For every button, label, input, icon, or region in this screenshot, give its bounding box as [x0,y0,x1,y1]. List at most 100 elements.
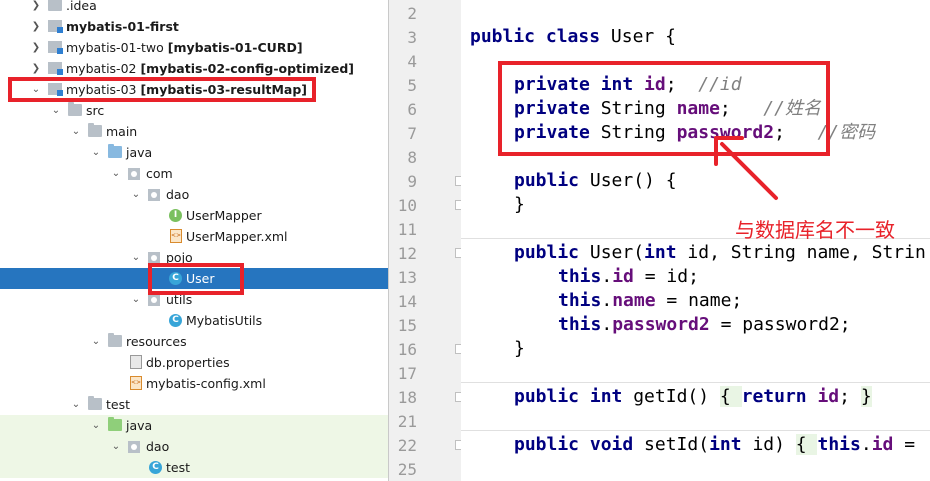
method-separator [461,430,930,431]
chevron-down-icon[interactable]: ⌄ [90,142,102,163]
field-ref: password2 [612,314,710,335]
line-number: 18 [397,388,417,407]
chevron-down-icon[interactable]: ⌄ [110,163,122,184]
folder-icon [88,123,102,137]
line-number: 11 [397,220,417,239]
tree-item-usermapper-xml[interactable]: <> UserMapper.xml [0,226,388,247]
chevron-right-icon[interactable]: ❯ [30,58,42,79]
keyword: int [709,434,753,455]
punct: . [601,266,613,287]
highlight-box-user-class [148,263,244,295]
line-number: 7 [407,124,417,143]
tree-item-test-dao[interactable]: ⌄ dao [0,436,388,457]
line-number: 14 [397,292,417,311]
chevron-right-icon[interactable]: ❯ [30,16,42,37]
chevron-down-icon[interactable]: ⌄ [130,184,142,205]
annotation-arrow-icon [714,136,778,200]
class-name: User { [610,26,676,47]
folded-brace[interactable]: { [719,386,742,407]
line-number: 16 [397,340,417,359]
punct: . [601,290,613,311]
tree-item-usermapper[interactable]: I UserMapper [0,205,388,226]
chevron-down-icon[interactable]: ⌄ [110,436,122,457]
module-alias: [mybatis-01-CURD] [167,40,303,55]
method-separator [461,382,930,383]
line-number: 8 [407,148,417,167]
chevron-down-icon[interactable]: ⌄ [130,247,142,268]
tree-item-module[interactable]: ❯ mybatis-02 [mybatis-02-config-optimize… [0,58,388,79]
code-line-13: this.id = id; [558,265,699,289]
test-folder-icon [108,417,122,431]
keyword: this [558,290,602,311]
tree-item-dao[interactable]: ⌄ dao [0,184,388,205]
tree-item-mybatisutils[interactable]: C MybatisUtils [0,310,388,331]
chevron-down-icon[interactable]: ⌄ [90,415,102,436]
package-icon [128,441,140,453]
params: id, String name, Strin [687,242,926,263]
module-name: mybatis-02 [66,61,137,76]
line-number: 22 [397,436,417,455]
chevron-down-icon[interactable]: ⌄ [90,331,102,352]
line-number: 17 [397,364,417,383]
chevron-down-icon[interactable]: ⌄ [70,394,82,415]
constructor: User( [589,242,645,263]
line-number: 9 [407,172,417,191]
folded-brace[interactable]: { [795,434,818,455]
tree-item-com[interactable]: ⌄ com [0,163,388,184]
line-number: 3 [407,28,417,47]
chevron-down-icon[interactable]: ⌄ [50,100,62,121]
code-line-16: } [514,338,525,359]
line-number: 6 [407,100,417,119]
keyword: return [741,386,818,407]
tree-item-src[interactable]: ⌄ src [0,100,388,121]
tree-item-test-class[interactable]: C test [0,457,388,478]
class-icon: C [149,461,162,474]
line-number: 21 [397,412,417,431]
punct: . [601,314,613,335]
tree-item-main[interactable]: ⌄ main [0,121,388,142]
code-line-10: } [514,194,525,215]
source-folder-icon [108,144,122,158]
chevron-right-icon[interactable]: ❯ [30,37,42,58]
assign: = password2; [709,314,851,335]
method-name: setId( [644,434,710,455]
tree-item-idea[interactable]: ❯ .idea [0,0,388,16]
xml-file-icon: <> [130,376,142,390]
keyword: this [558,266,602,287]
chevron-down-icon[interactable]: ⌄ [70,121,82,142]
tree-item-test[interactable]: ⌄ test [0,394,388,415]
field-ref: id [871,434,894,455]
line-number: 15 [397,316,417,335]
annotation-text: 与数据库名不一致 [735,218,895,242]
code-line-12: public User(int id, String name, Strin [514,241,926,265]
chevron-right-icon[interactable]: ❯ [30,0,42,16]
folded-brace[interactable]: } [860,386,872,407]
xml-file-icon: <> [170,229,182,243]
assign: = [893,434,916,455]
chevron-down-icon[interactable]: ⌄ [130,289,142,310]
code-line-9: public User() { [514,169,677,193]
code-line-14: this.name = name; [558,289,742,313]
keyword: public [514,170,590,191]
module-folder-icon [48,62,63,75]
package-icon [148,294,160,306]
tree-item-db-properties[interactable]: db.properties [0,352,388,373]
keyword: public int [514,386,634,407]
line-number: 10 [397,196,417,215]
editor-gutter: 2 3 4 5 6 7 8 9 10 11 12 13 14 15 16 17 … [389,0,465,481]
method-name: getId() [633,386,720,407]
tree-item-test-java[interactable]: ⌄ java [0,415,388,436]
keyword: public void [514,434,645,455]
code-line-3: public class User { [470,25,676,49]
tree-item-module[interactable]: ❯ mybatis-01-two [mybatis-01-CURD] [0,37,388,58]
properties-file-icon [130,355,142,369]
tree-item-module[interactable]: ❯ mybatis-01-first [0,16,388,37]
tree-item-mybatis-config-xml[interactable]: <> mybatis-config.xml [0,373,388,394]
assign: = id; [633,266,699,287]
folder-icon [68,102,82,116]
assign: = name; [655,290,743,311]
interface-icon: I [169,209,182,222]
tree-item-resources[interactable]: ⌄ resources [0,331,388,352]
tree-item-java[interactable]: ⌄ java [0,142,388,163]
line-number: 5 [407,76,417,95]
